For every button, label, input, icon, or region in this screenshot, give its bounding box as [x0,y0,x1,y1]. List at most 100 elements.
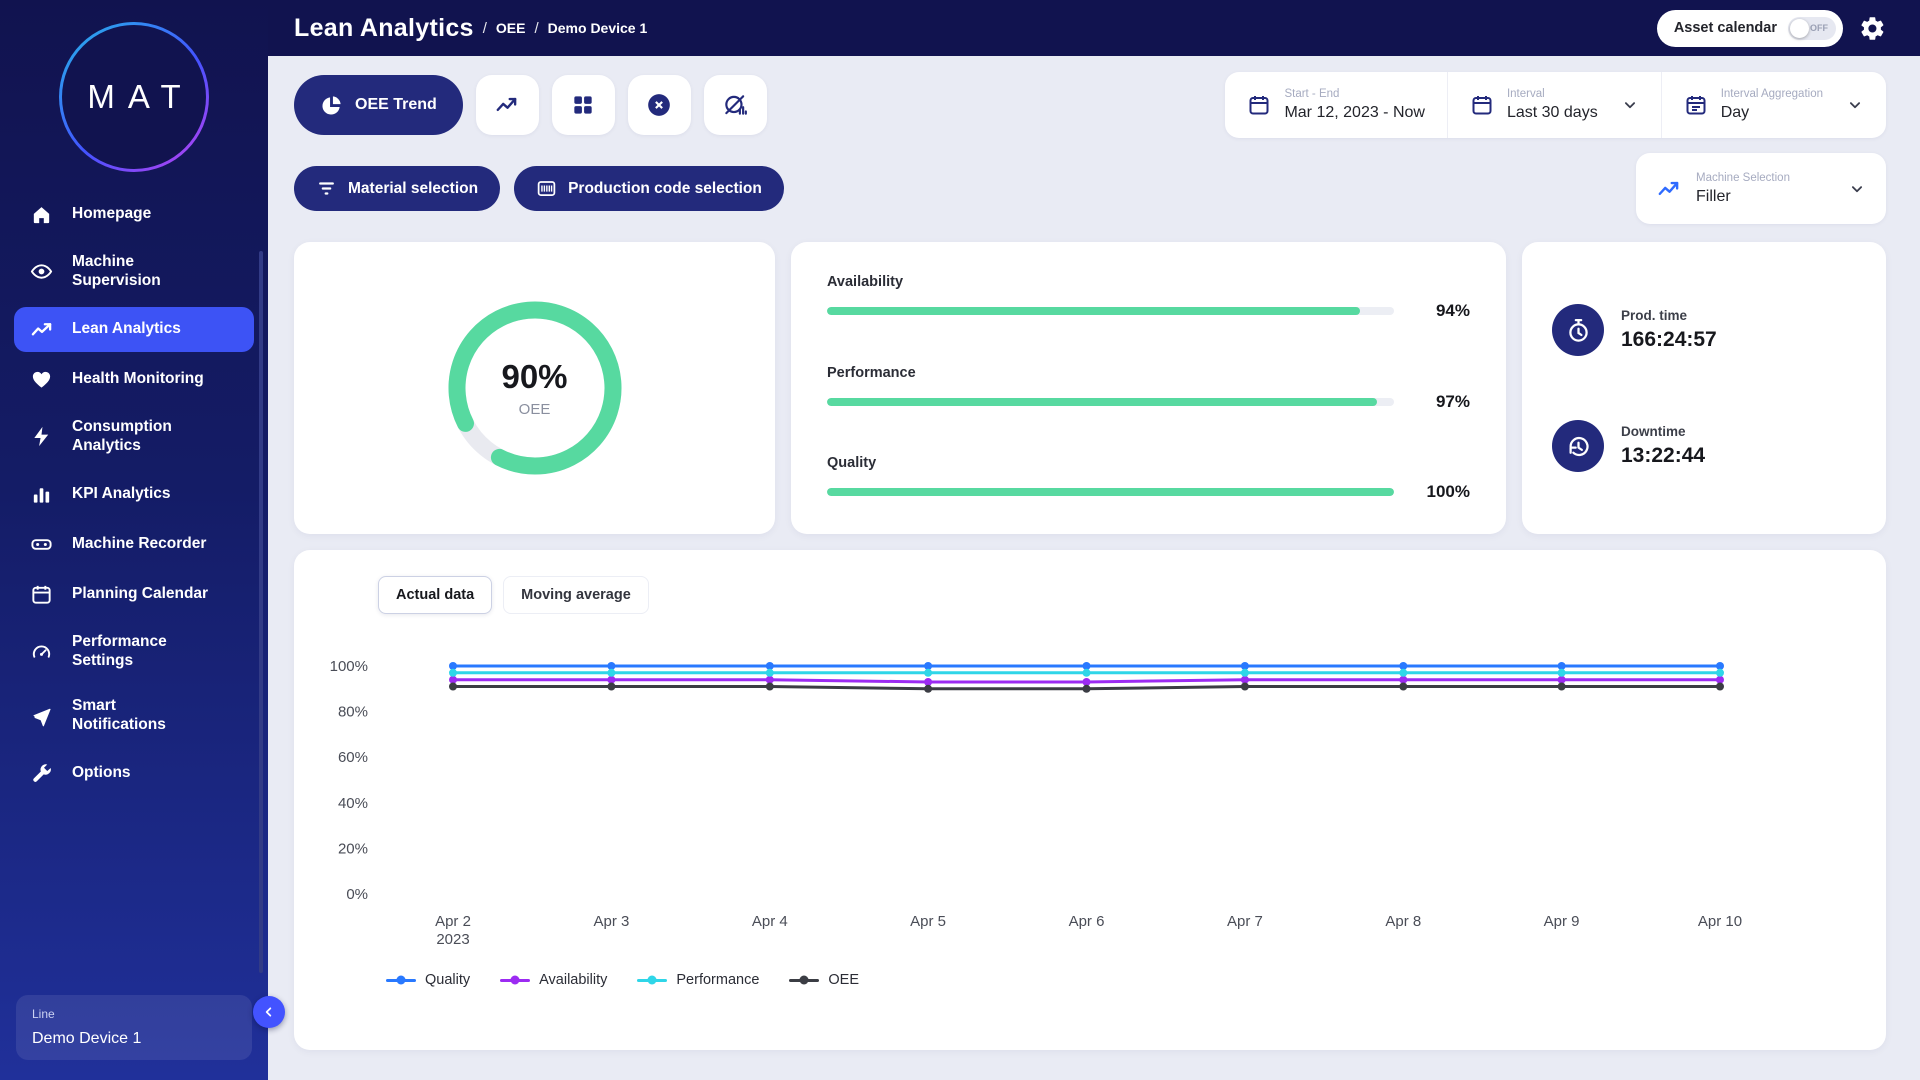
sidebar-item-health-monitoring[interactable]: Health Monitoring [14,357,254,402]
home-icon [30,203,56,226]
grid-view-button[interactable] [552,75,615,135]
topbar: Lean Analytics / OEE / Demo Device 1 Ass… [268,0,1920,56]
legend-item-oee[interactable]: OEE [789,972,859,988]
sidebar-item-label: Lean Analytics [72,320,181,339]
pie-chart-icon [320,94,343,117]
sidebar-item-homepage[interactable]: Homepage [14,192,254,237]
svg-text:20%: 20% [338,840,368,857]
query-settings-card: Start - End Mar 12, 2023 - Now Interval … [1225,72,1886,138]
sidebar: MAT Homepage Machine Supervision Lean Anal… [0,0,268,1080]
sidebar-item-consumption-analytics[interactable]: Consumption Analytics [14,407,254,467]
breadcrumb-separator: / [483,20,487,37]
sidebar-scrollbar[interactable] [259,251,263,973]
date-range-picker[interactable]: Start - End Mar 12, 2023 - Now [1225,72,1447,138]
sidebar-item-label: Machine Recorder [72,535,206,554]
logo-circle: MAT [62,25,206,169]
app-root: MAT Homepage Machine Supervision Lean Anal… [0,0,1920,1080]
chevron-down-icon [1848,180,1866,198]
speedometer-icon [30,640,56,663]
svg-text:Apr 6: Apr 6 [1069,913,1105,930]
sidebar-item-lean-analytics[interactable]: Lean Analytics [14,307,254,352]
tab-moving-average[interactable]: Moving average [503,576,649,614]
sidebar-item-label: Smart Notifications [72,697,212,735]
material-selection-button[interactable]: Material selection [294,166,500,211]
metric-quality: Quality100% [827,455,1470,502]
aggregation-label: Interval Aggregation [1721,88,1823,100]
bolt-icon [30,425,56,448]
logo: MAT [59,22,209,172]
svg-text:2023: 2023 [436,931,469,948]
stats-row: 90% OEE Availability94% Performance97% Qua… [294,242,1886,534]
svg-text:Apr 3: Apr 3 [593,913,629,930]
asset-calendar-toggle[interactable]: Asset calendar OFF [1657,10,1843,47]
legend-item-availability[interactable]: Availability [500,972,607,988]
metric-value: 100% [1412,482,1470,502]
topbar-right: Asset calendar OFF [1657,10,1886,47]
calendar-icon [1470,93,1494,117]
clear-button[interactable] [628,75,691,135]
chevron-down-icon [1621,96,1639,114]
tab-actual-data[interactable]: Actual data [378,576,492,614]
line-label: Line [32,1007,236,1021]
chart-legend: Quality Availability Performance OEE [386,972,1860,988]
toggle-switch[interactable]: OFF [1788,17,1836,40]
metrics-card: Availability94% Performance97% Quality100% [791,242,1506,534]
machine-selection-value: Filler [1696,188,1790,206]
barcode-icon [536,178,557,199]
oee-trend-button[interactable]: OEE Trend [294,75,463,135]
sidebar-item-smart-notifications[interactable]: Smart Notifications [14,686,254,746]
settings-gear-button[interactable] [1859,15,1886,42]
chart-tabs: Actual data Moving average [378,576,1860,614]
chevron-left-icon [261,1004,277,1020]
sidebar-item-planning-calendar[interactable]: Planning Calendar [14,572,254,617]
toggle-knob [1790,19,1809,38]
metric-availability: Availability94% [827,274,1470,321]
machine-selection-dropdown[interactable]: Machine Selection Filler [1636,153,1886,224]
trend-chart: 0%20%40%60%80%100%Apr 22023Apr 3Apr 4Apr… [320,636,1860,956]
bar-chart-icon [30,483,56,506]
legend-label: Performance [676,972,759,988]
svg-text:Apr 8: Apr 8 [1385,913,1421,930]
trend-chart-card: Actual dataMoving average 0%20%40%60%80%… [294,550,1886,1050]
sidebar-item-label: Performance Settings [72,633,212,671]
production-code-selection-button[interactable]: Production code selection [514,166,784,211]
legend-item-quality[interactable]: Quality [386,972,470,988]
sidebar-nav: Homepage Machine Supervision Lean Analytic… [0,192,268,796]
metric-performance: Performance97% [827,365,1470,412]
sidebar-item-machine-recorder[interactable]: Machine Recorder [14,522,254,567]
asset-calendar-label: Asset calendar [1674,20,1777,36]
no-data-view-button[interactable] [704,75,767,135]
metric-progress-track [827,307,1394,315]
sidebar-item-performance-settings[interactable]: Performance Settings [14,622,254,682]
interval-picker[interactable]: Interval Last 30 days [1447,72,1661,138]
prod-time-label: Prod. time [1621,308,1717,323]
calendar-note-icon [1684,93,1708,117]
gauge-value: 90% [501,358,567,396]
sidebar-item-options[interactable]: Options [14,751,254,796]
sidebar-collapse-button[interactable] [253,996,285,1028]
downtime-label: Downtime [1621,424,1705,439]
sidebar-item-kpi-analytics[interactable]: KPI Analytics [14,472,254,517]
aggregation-picker[interactable]: Interval Aggregation Day [1661,72,1886,138]
gauge-label: OEE [501,401,567,418]
trend-view-button[interactable] [476,75,539,135]
sidebar-item-machine-supervision[interactable]: Machine Supervision [14,242,254,302]
metric-progress-track [827,488,1394,496]
svg-text:40%: 40% [338,795,368,812]
breadcrumb-device[interactable]: Demo Device 1 [548,20,648,36]
interval-label: Interval [1507,88,1598,100]
breadcrumb-oee[interactable]: OEE [496,20,526,36]
chevron-down-icon [1846,96,1864,114]
legend-label: OEE [828,972,859,988]
line-selector[interactable]: Line Demo Device 1 [16,995,252,1060]
filter-lines-icon [316,178,337,199]
time-stats-card: Prod. time 166:24:57 Downtime 13:22:44 [1522,242,1886,534]
eye-icon [30,260,56,283]
svg-text:Apr 2: Apr 2 [435,913,471,930]
heart-icon [30,368,56,391]
material-selection-label: Material selection [348,180,478,198]
legend-item-performance[interactable]: Performance [637,972,759,988]
line-value: Demo Device 1 [32,1030,236,1048]
legend-label: Availability [539,972,607,988]
legend-swatch [637,979,667,982]
